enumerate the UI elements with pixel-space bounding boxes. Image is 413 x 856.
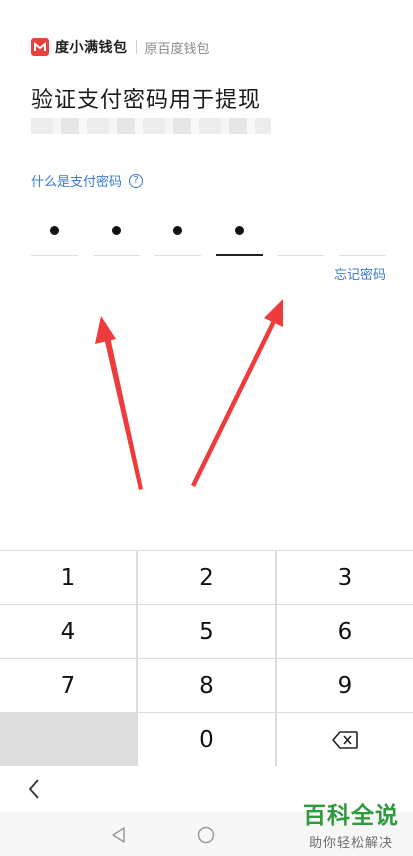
- annotation-arrow-left: [95, 316, 143, 490]
- key-blank: [0, 713, 136, 767]
- key-2[interactable]: 2: [138, 551, 275, 604]
- key-5[interactable]: 5: [138, 605, 275, 658]
- key-3[interactable]: 3: [277, 551, 413, 604]
- numeric-keypad: 1 2 3 4 5 6 7 8 9 0: [0, 550, 413, 767]
- watermark-subtitle: 助你轻松解决: [308, 836, 393, 851]
- key-6[interactable]: 6: [277, 605, 413, 658]
- key-9[interactable]: 9: [277, 659, 413, 712]
- system-back-icon[interactable]: [110, 826, 128, 844]
- key-7[interactable]: 7: [0, 659, 136, 712]
- key-0[interactable]: 0: [138, 713, 275, 767]
- backspace-icon: [332, 731, 358, 749]
- annotation-arrows: [95, 299, 283, 490]
- backspace-button[interactable]: [277, 713, 413, 767]
- system-home-icon[interactable]: [197, 826, 215, 844]
- key-8[interactable]: 8: [138, 659, 275, 712]
- watermark-title: 百科全说: [303, 803, 399, 829]
- key-4[interactable]: 4: [0, 605, 136, 658]
- annotation-arrow-right: [191, 299, 283, 487]
- back-chevron-icon[interactable]: [27, 778, 41, 800]
- watermark: 百科全说 助你轻松解决: [303, 796, 399, 851]
- key-1[interactable]: 1: [0, 551, 136, 604]
